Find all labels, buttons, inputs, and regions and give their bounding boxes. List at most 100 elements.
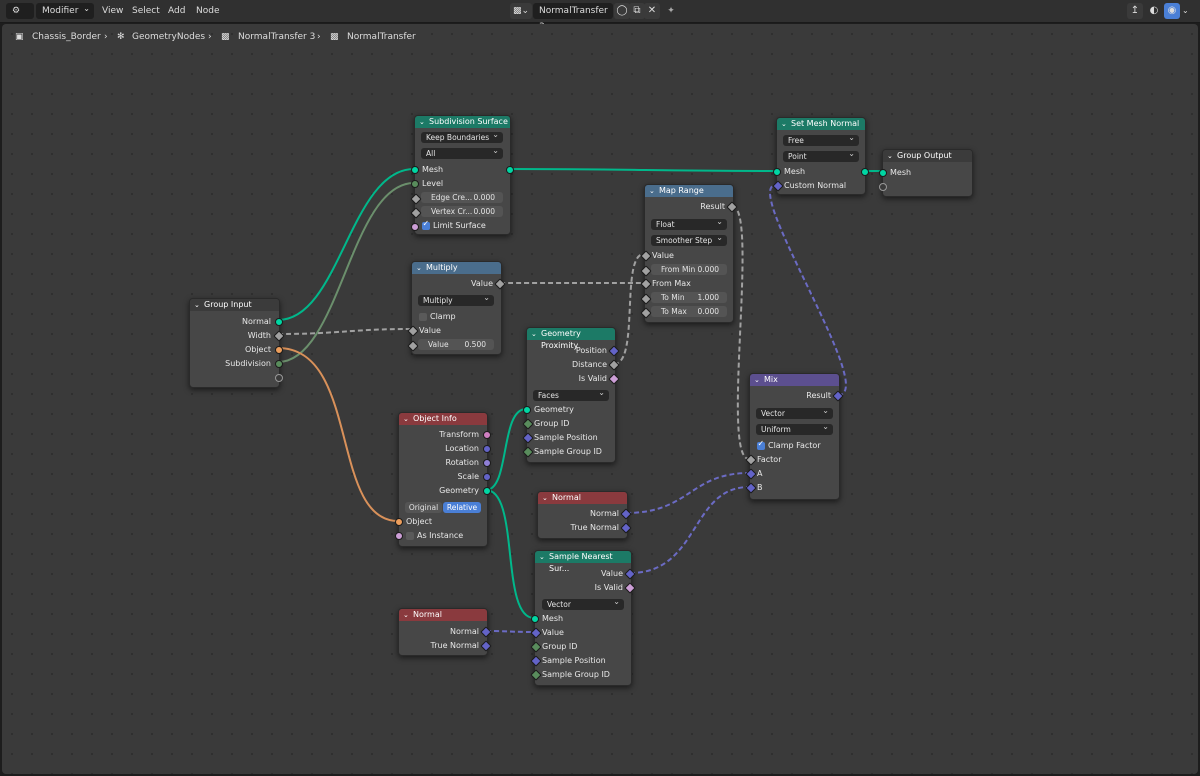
chevron-down-icon[interactable]: ⌄ [887, 150, 893, 162]
chevron-down-icon[interactable]: ⌄ [781, 118, 787, 130]
socket-empty[interactable] [275, 374, 283, 382]
node-header[interactable]: ⌄ Mix [750, 374, 839, 386]
link-normal2-to-sample [485, 630, 535, 633]
data-type-dropdown[interactable]: Vector [756, 405, 833, 419]
data-type-dropdown[interactable]: Vector [542, 596, 624, 610]
socket-input-mesh[interactable] [531, 615, 539, 623]
original-toggle[interactable]: Original [405, 502, 442, 513]
chevron-down-icon[interactable]: ⌄ [194, 299, 200, 311]
math-multiply-node[interactable]: ⌄ Multiply Value Multiply Clamp Value Val… [407, 261, 506, 355]
node-header[interactable]: ⌄ Set Mesh Normal [777, 118, 865, 130]
output-rotation: Rotation [445, 458, 479, 467]
link-subdivision-to-level [277, 182, 415, 363]
subdivision-surface-node[interactable]: ⌄ Subdivision Surface Keep Boundaries All… [410, 115, 514, 235]
limit-surface-checkbox[interactable] [422, 219, 430, 230]
uv-smooth-dropdown[interactable]: Keep Boundaries [421, 129, 503, 143]
input-object: Object [406, 517, 433, 526]
node-title: Group Input [204, 300, 252, 309]
node-header[interactable]: ⌄ Normal [399, 609, 487, 621]
object-info-node[interactable]: ⌄ Object Info Transform Location Rotation… [395, 412, 491, 547]
node-header[interactable]: ⌄ Map Range [645, 185, 733, 197]
socket-input-mesh[interactable] [879, 169, 887, 177]
node-header[interactable]: ⌄ Group Output [883, 150, 972, 162]
node-header[interactable]: ⌄ Sample Nearest Sur... [535, 551, 631, 573]
link-object-to-objectinfo [277, 347, 399, 522]
map-range-node[interactable]: ⌄ Map Range Result Float Smoother Step Va… [640, 184, 738, 323]
sample-nearest-surface-node[interactable]: ⌄ Sample Nearest Sur... Value Is Valid Ve… [530, 550, 636, 686]
data-type-dropdown[interactable]: Float [651, 216, 727, 230]
socket-empty[interactable] [879, 183, 887, 191]
boundary-smooth-dropdown[interactable]: All [421, 145, 503, 159]
vertex-crease-field[interactable]: Vertex Cr... 0.000 [421, 206, 503, 217]
output-normal: Normal [590, 509, 619, 518]
as-instance-checkbox[interactable] [406, 532, 414, 540]
socket-output-rotation[interactable] [483, 459, 491, 467]
edge-crease-field[interactable]: Edge Cre... 0.000 [421, 192, 503, 203]
output-object: Object [244, 345, 271, 354]
group-input-node[interactable]: ⌄ Group Input Normal Width Object Subdivi… [189, 298, 285, 388]
mix-node[interactable]: ⌄Mix Result Vector Uniform Clamp Factor … [745, 373, 844, 500]
target-element-dropdown[interactable]: Faces [533, 387, 609, 401]
chevron-down-icon[interactable]: ⌄ [419, 116, 425, 128]
node-header[interactable]: ⌄ Multiply [412, 262, 501, 274]
factor-mode-dropdown[interactable]: Uniform [756, 421, 833, 435]
socket-limit-surface[interactable] [411, 223, 419, 231]
output-normal: Normal [242, 317, 271, 326]
normal-input-node[interactable]: ⌄ Normal Normal True Normal [537, 491, 632, 539]
domain-dropdown[interactable]: Point [783, 148, 859, 162]
socket-input-mesh[interactable] [411, 166, 419, 174]
chevron-down-icon[interactable]: ⌄ [531, 328, 537, 340]
clamp-checkbox[interactable] [419, 313, 427, 321]
geometry-proximity-node[interactable]: ⌄ Geometry Proximity Position Distance Is… [522, 327, 620, 463]
socket-output-scale[interactable] [483, 473, 491, 481]
set-mesh-normal-node[interactable]: ⌄ Set Mesh Normal Free Point Mesh Custom … [772, 117, 869, 195]
operation-dropdown[interactable]: Multiply [418, 292, 494, 306]
normal-input-node-2[interactable]: ⌄ Normal Normal True Normal [398, 608, 492, 656]
output-true-normal: True Normal [430, 641, 479, 650]
socket-input-object[interactable] [395, 518, 403, 526]
interpolation-dropdown[interactable]: Smoother Step [651, 232, 727, 246]
input-mesh: Mesh [542, 614, 564, 623]
clamp-factor-checkbox[interactable] [757, 439, 765, 450]
to-max-field[interactable]: To Max 0.000 [651, 306, 727, 317]
socket-output-mesh[interactable] [861, 168, 869, 176]
node-header[interactable]: ⌄ Group Input [190, 299, 279, 311]
socket-input-level[interactable] [411, 180, 419, 188]
group-output-node[interactable]: ⌄ Group Output Mesh [879, 149, 973, 197]
output-subdivision: Subdivision [225, 359, 271, 368]
socket-output-location[interactable] [483, 445, 491, 453]
chevron-down-icon[interactable]: ⌄ [403, 609, 409, 621]
input-a: A [757, 469, 763, 478]
chevron-down-icon[interactable]: ⌄ [542, 492, 548, 504]
socket-output-geometry[interactable] [483, 487, 491, 495]
node-header[interactable]: ⌄ Object Info [399, 413, 487, 425]
chevron-down-icon[interactable]: ⌄ [754, 374, 760, 386]
input-factor: Factor [757, 455, 782, 464]
input-mesh: Mesh [784, 167, 806, 176]
socket-input-as-instance[interactable] [395, 532, 403, 540]
socket-input-mesh[interactable] [773, 168, 781, 176]
socket-input-geometry[interactable] [523, 406, 531, 414]
chevron-down-icon[interactable]: ⌄ [539, 551, 545, 563]
relative-toggle[interactable]: Relative [443, 502, 481, 513]
to-min-field[interactable]: To Min 1.000 [651, 292, 727, 303]
value-field[interactable]: Value 0.500 [418, 339, 494, 350]
node-header[interactable]: ⌄ Geometry Proximity [527, 328, 615, 350]
node-title: Normal [552, 493, 581, 502]
socket-output-mesh[interactable] [506, 166, 514, 174]
chevron-down-icon[interactable]: ⌄ [416, 262, 422, 274]
chevron-down-icon[interactable]: ⌄ [403, 413, 409, 425]
node-title: Object Info [413, 414, 457, 423]
node-header[interactable]: ⌄ Subdivision Surface [415, 116, 510, 128]
mode-dropdown[interactable]: Free [783, 132, 859, 146]
chevron-down-icon[interactable]: ⌄ [649, 185, 655, 197]
socket-output-transform[interactable] [483, 431, 491, 439]
from-min-field[interactable]: From Min 0.000 [651, 264, 727, 275]
socket-normal[interactable] [275, 318, 283, 326]
input-value: Value [652, 251, 674, 260]
socket-subdivision[interactable] [275, 360, 283, 368]
socket-object[interactable] [275, 346, 283, 354]
link-normal-to-subdiv-mesh [277, 168, 415, 321]
node-header[interactable]: ⌄ Normal [538, 492, 627, 504]
link-mix-to-customnormal [769, 184, 847, 396]
